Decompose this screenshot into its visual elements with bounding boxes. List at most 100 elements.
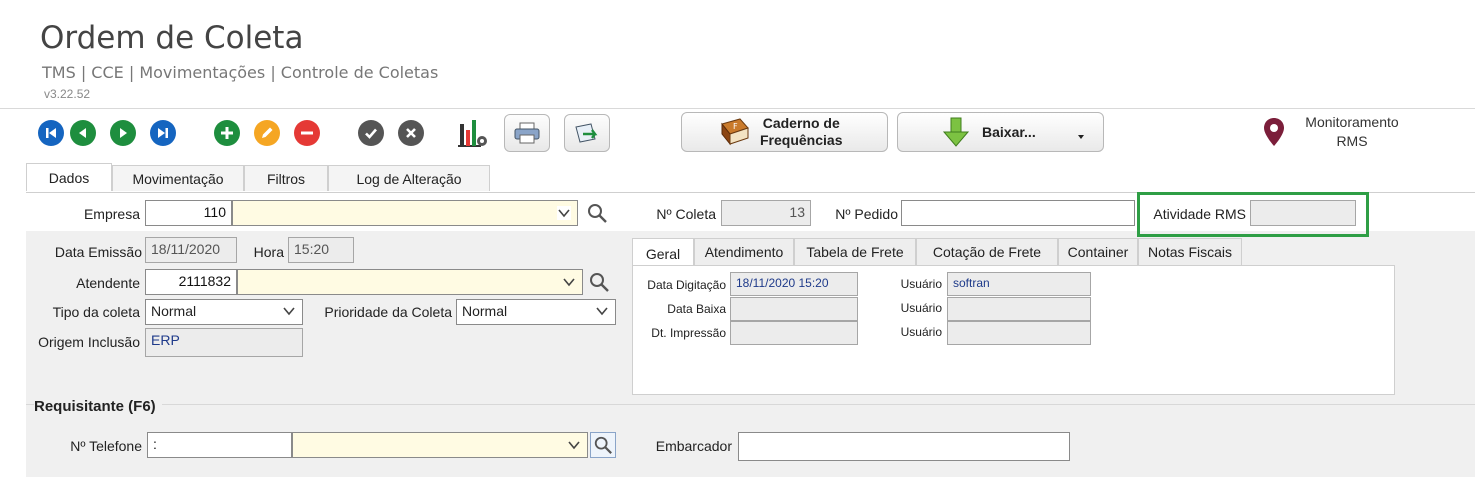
remove-icon [301,131,313,135]
prioridade-label: Prioridade da Coleta [324,304,452,320]
subtab-geral[interactable]: Geral [632,238,694,268]
remove-button[interactable] [294,120,320,146]
telefone-input[interactable]: : [147,432,292,458]
usuario-label-1: Usuário [900,277,942,291]
map-pin-icon [1264,118,1284,146]
chevron-down-icon [568,441,580,450]
chevron-down-icon [283,307,295,316]
print-button[interactable] [504,114,550,152]
origem-inclusao-input[interactable]: ERP [145,328,303,357]
print-icon [514,122,540,144]
chevron-down-icon [563,278,575,287]
first-icon [46,128,56,138]
tab-filtros[interactable]: Filtros [244,165,328,191]
edit-button[interactable] [254,120,280,146]
tipo-coleta-value: Normal [151,303,197,319]
data-digitacao-input[interactable]: 18/11/2020 15:20 [730,272,858,296]
empresa-search-icon[interactable] [586,202,608,224]
nr-coleta-label: Nº Coleta [656,206,716,222]
caret-down-icon [1077,135,1084,139]
next-record-button[interactable] [110,120,136,146]
chevron-down-icon [557,206,571,220]
export-icon [575,123,598,143]
download-arrow-icon [942,117,970,147]
usuario-input-3[interactable] [947,321,1091,345]
empresa-name-select[interactable] [232,200,578,226]
export-button[interactable] [564,114,610,152]
tab-log-alteracao[interactable]: Log de Alteração [328,165,490,191]
section-divider [26,404,1475,405]
first-record-button[interactable] [38,120,64,146]
chevron-down-icon [596,307,608,316]
embarcador-label: Embarcador [655,438,732,454]
requisitante-search-button[interactable] [590,432,616,458]
prev-record-button[interactable] [70,120,96,146]
caderno-frequencias-button[interactable]: F Caderno de Frequências [681,112,888,152]
monitor-label-2: RMS [1336,133,1368,149]
data-baixa-input[interactable] [730,297,858,321]
monitoramento-pin-button[interactable] [1262,116,1286,150]
next-icon [120,128,127,138]
embarcador-input[interactable] [738,432,1070,461]
tipo-coleta-label: Tipo da coleta [52,304,140,320]
nr-coleta-input[interactable]: 13 [721,200,811,226]
telefone-label: Nº Telefone [70,438,142,454]
atendente-name-select[interactable] [237,269,583,295]
tipo-coleta-select[interactable]: Normal [145,299,303,325]
atendente-search-icon[interactable] [588,271,610,293]
breadcrumb: TMS | CCE | Movimentações | Controle de … [42,63,439,82]
empresa-code-input[interactable]: 110 [145,200,232,226]
dt-impressao-input[interactable] [730,321,858,345]
usuario-input-1[interactable]: softran [947,272,1091,296]
chart-button[interactable] [455,116,491,150]
tab-movimentacao[interactable]: Movimentação [112,165,244,191]
edit-icon [262,127,273,138]
prioridade-select[interactable]: Normal [456,299,616,325]
cancel-button[interactable] [398,120,424,146]
empresa-label: Empresa [83,206,140,222]
confirm-button[interactable] [358,120,384,146]
monitoramento-rms-label[interactable]: Monitoramento RMS [1290,113,1414,151]
nr-pedido-input[interactable] [901,200,1135,226]
hora-input[interactable]: 15:20 [288,237,354,263]
subtab-notas-fiscais[interactable]: Notas Fiscais [1138,238,1242,266]
prioridade-value: Normal [462,303,508,319]
chart-icon [458,120,487,147]
subtab-atendimento[interactable]: Atendimento [694,238,794,266]
data-emissao-label: Data Emissão [54,244,142,260]
add-icon [221,127,233,139]
atendente-label: Atendente [76,275,140,291]
add-button[interactable] [214,120,240,146]
usuario-label-2: Usuário [900,301,942,315]
requisitante-section-title: Requisitante (F6) [34,398,162,415]
last-record-button[interactable] [150,120,176,146]
subtab-tabela-frete[interactable]: Tabela de Frete [794,238,916,266]
hora-label: Hora [253,244,284,260]
version-label: v3.22.52 [44,87,91,101]
data-baixa-label: Data Baixa [667,302,726,316]
subtab-container[interactable]: Container [1058,238,1138,266]
atividade-rms-label: Atividade RMS [1153,206,1246,222]
atividade-rms-input[interactable] [1250,200,1356,226]
caderno-label-2: Frequências [760,132,843,148]
origem-inclusao-label: Origem Inclusão [38,334,140,350]
confirm-icon [365,128,377,139]
nr-pedido-label: Nº Pedido [835,206,898,222]
tab-dados[interactable]: Dados [26,163,112,191]
requisitante-name-select[interactable] [292,432,588,458]
subtab-cotacao-frete[interactable]: Cotação de Frete [916,238,1058,266]
atendente-code-input[interactable]: 2111832 [145,269,237,295]
monitor-label-1: Monitoramento [1305,114,1399,130]
cancel-icon [406,128,416,138]
book-icon: F [721,118,749,146]
baixar-dropdown-button[interactable]: Baixar... [897,112,1104,152]
dt-impressao-label: Dt. Impressão [651,326,726,340]
usuario-label-3: Usuário [900,325,942,339]
usuario-input-2[interactable] [947,297,1091,321]
search-icon [594,436,612,454]
page-title: Ordem de Coleta [40,20,304,56]
prev-icon [79,128,86,138]
last-icon [158,128,168,138]
data-emissao-input[interactable]: 18/11/2020 [145,237,237,263]
baixar-label: Baixar... [982,123,1036,140]
